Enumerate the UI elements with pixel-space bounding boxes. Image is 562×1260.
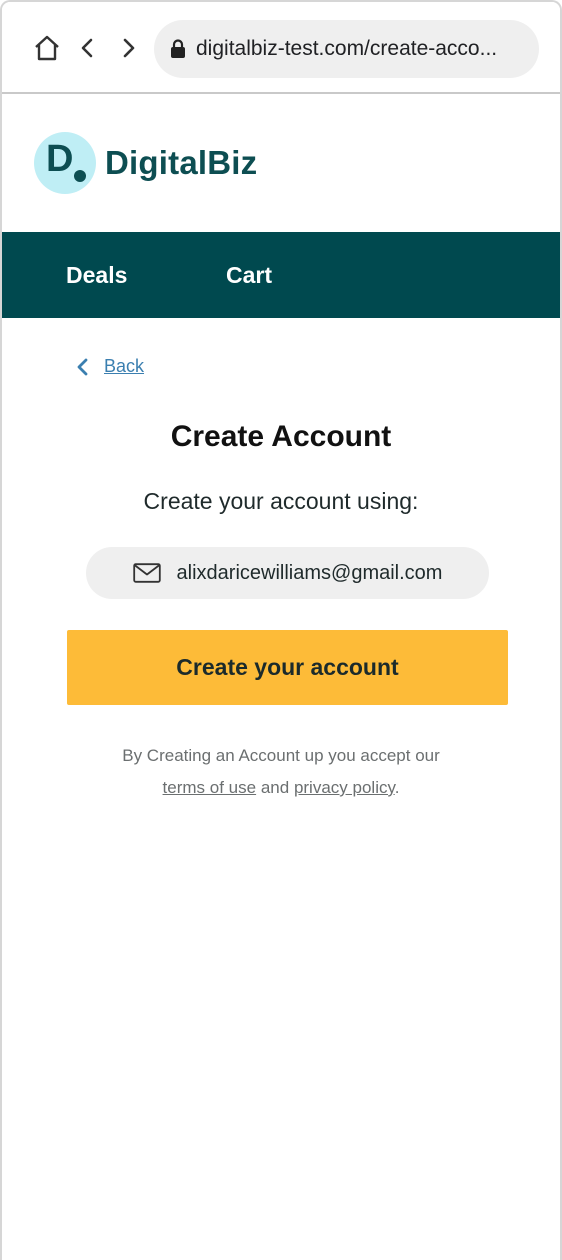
address-bar[interactable]: digitalbiz-test.com/create-acco...: [154, 20, 539, 78]
browser-window: digitalbiz-test.com/create-acco... D Dig…: [0, 0, 562, 1260]
logo-dot: [74, 170, 86, 182]
main-nav: Deals Cart: [2, 232, 560, 318]
back-link[interactable]: Back: [76, 356, 144, 377]
terms-of-use-link[interactable]: terms of use: [163, 778, 257, 797]
legal-prefix: By Creating an Account up you accept our: [122, 746, 440, 765]
site-header: D DigitalBiz: [2, 96, 560, 232]
page-title: Create Account: [170, 420, 392, 453]
page-subtitle: Create your account using:: [143, 488, 419, 514]
chevron-right-icon[interactable]: [114, 32, 144, 64]
legal-and: and: [260, 778, 290, 797]
site-logo[interactable]: D DigitalBiz: [34, 132, 257, 194]
lock-icon: [171, 39, 185, 58]
logo-mark: D: [34, 132, 96, 194]
logo-letter: D: [46, 138, 74, 180]
email-text: alixdaricewilliams@gmail.com: [176, 561, 443, 584]
nav-item-cart[interactable]: Cart: [226, 262, 272, 289]
nav-item-deals[interactable]: Deals: [66, 262, 127, 289]
logo-name: DigitalBiz: [105, 144, 258, 181]
privacy-policy-link[interactable]: privacy policy: [294, 778, 395, 797]
legal-suffix: .: [394, 778, 400, 797]
browser-toolbar: digitalbiz-test.com/create-acco...: [2, 2, 560, 94]
chevron-left-icon[interactable]: [72, 32, 102, 64]
url-text: digitalbiz-test.com/create-acco...: [196, 37, 498, 60]
create-account-button[interactable]: Create your account: [67, 630, 508, 705]
back-link-label: Back: [104, 356, 145, 376]
email-display: alixdaricewilliams@gmail.com: [86, 547, 489, 599]
legal-notice: By Creating an Account up you accept our…: [2, 740, 560, 804]
mail-icon: [132, 563, 161, 583]
home-icon[interactable]: [32, 32, 62, 64]
chevron-left-icon: [77, 358, 88, 375]
